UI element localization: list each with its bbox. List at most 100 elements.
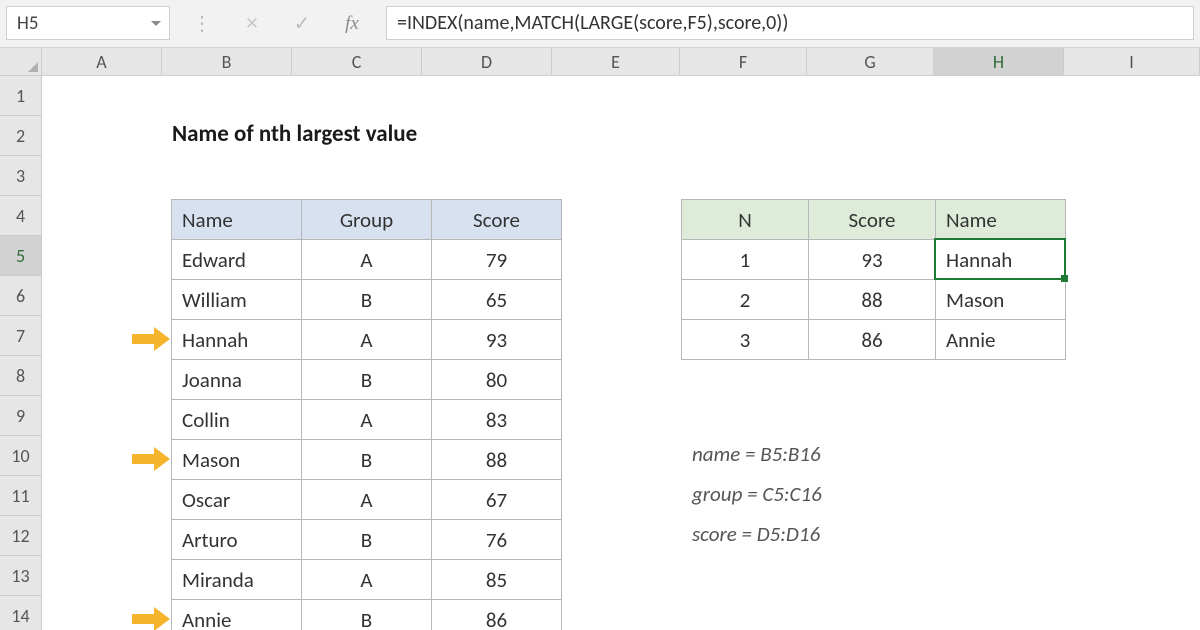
cell-name[interactable]: Oscar	[172, 480, 302, 520]
formula-controls	[170, 0, 366, 47]
table-row: 288Mason	[682, 280, 1066, 320]
column-header[interactable]: F	[680, 48, 807, 75]
row-header[interactable]: 12	[0, 516, 41, 556]
cell-group[interactable]: B	[302, 520, 432, 560]
confirm-icon[interactable]	[288, 11, 316, 36]
column-header[interactable]: G	[807, 48, 934, 75]
column-header[interactable]: A	[42, 48, 162, 75]
col-header-n[interactable]: N	[682, 200, 809, 240]
cell-score[interactable]: 85	[432, 560, 562, 600]
legend-line: name = B5:B16	[692, 441, 821, 467]
row-header[interactable]: 3	[0, 156, 41, 196]
col-header-score[interactable]: Score	[809, 200, 936, 240]
row-header[interactable]: 7	[0, 316, 41, 356]
table-header-row: N Score Name	[682, 200, 1066, 240]
col-header-score[interactable]: Score	[432, 200, 562, 240]
cell-score[interactable]: 93	[432, 320, 562, 360]
row-header[interactable]: 13	[0, 556, 41, 596]
cell-name[interactable]: Collin	[172, 400, 302, 440]
results-table: N Score Name 193Hannah288Mason386Annie	[681, 199, 1066, 360]
cell-n[interactable]: 2	[682, 280, 809, 320]
row-header[interactable]: 8	[0, 356, 41, 396]
table-row: HannahA93	[172, 320, 562, 360]
page-title: Name of nth largest value	[172, 120, 417, 148]
column-header[interactable]: D	[422, 48, 552, 75]
cell-n[interactable]: 3	[682, 320, 809, 360]
column-header[interactable]: H	[934, 48, 1064, 75]
cell-name[interactable]: Hannah	[172, 320, 302, 360]
column-headers: ABCDEFGHI	[42, 48, 1200, 76]
table-row: CollinA83	[172, 400, 562, 440]
column-header[interactable]: B	[162, 48, 292, 75]
cell-group[interactable]: A	[302, 240, 432, 280]
arrow-icon	[132, 447, 174, 471]
cell-score[interactable]: 79	[432, 240, 562, 280]
table-row: EdwardA79	[172, 240, 562, 280]
formula-input[interactable]: =INDEX(name,MATCH(LARGE(score,F5),score,…	[386, 6, 1194, 40]
row-header[interactable]: 4	[0, 196, 41, 236]
column-header[interactable]: I	[1064, 48, 1200, 75]
table-row: ArturoB76	[172, 520, 562, 560]
formula-text: =INDEX(name,MATCH(LARGE(score,F5),score,…	[397, 11, 788, 35]
cell-name[interactable]: Arturo	[172, 520, 302, 560]
cell-name[interactable]: Joanna	[172, 360, 302, 400]
fx-icon[interactable]	[338, 13, 366, 35]
table-row: 193Hannah	[682, 240, 1066, 280]
cell-score[interactable]: 80	[432, 360, 562, 400]
row-header[interactable]: 6	[0, 276, 41, 316]
cell-name[interactable]: Miranda	[172, 560, 302, 600]
col-header-group[interactable]: Group	[302, 200, 432, 240]
cell-group[interactable]: B	[302, 360, 432, 400]
cell-name[interactable]: Hannah	[936, 240, 1066, 280]
column-header[interactable]: E	[552, 48, 680, 75]
cell-score[interactable]: 86	[809, 320, 936, 360]
table-row: MirandaA85	[172, 560, 562, 600]
cell-group[interactable]: B	[302, 440, 432, 480]
cell-name[interactable]: Edward	[172, 240, 302, 280]
cell-name[interactable]: Mason	[172, 440, 302, 480]
row-header[interactable]: 14	[0, 596, 41, 630]
cell-score[interactable]: 67	[432, 480, 562, 520]
arrow-icon	[132, 327, 174, 351]
cell-score[interactable]: 76	[432, 520, 562, 560]
column-header[interactable]: C	[292, 48, 422, 75]
row-header[interactable]: 2	[0, 116, 41, 156]
row-header[interactable]: 1	[0, 76, 41, 116]
cancel-icon[interactable]	[238, 13, 266, 34]
name-box-value: H5	[17, 12, 38, 35]
cell-group[interactable]: A	[302, 400, 432, 440]
spreadsheet-grid: ABCDEFGHI 1234567891011121314 Name of nt…	[0, 48, 1200, 630]
cell-name[interactable]: Annie	[936, 320, 1066, 360]
col-header-name[interactable]: Name	[936, 200, 1066, 240]
select-all-corner[interactable]	[0, 48, 42, 76]
cell-group[interactable]: B	[302, 600, 432, 630]
cell-group[interactable]: A	[302, 560, 432, 600]
cell-score[interactable]: 65	[432, 280, 562, 320]
cell-name[interactable]: William	[172, 280, 302, 320]
legend-line: group = C5:C16	[692, 481, 822, 507]
cell-name[interactable]: Annie	[172, 600, 302, 630]
row-header[interactable]: 5	[0, 236, 41, 276]
row-header[interactable]: 10	[0, 436, 41, 476]
row-header[interactable]: 9	[0, 396, 41, 436]
row-headers: 1234567891011121314	[0, 76, 42, 630]
legend-line: score = D5:D16	[692, 521, 820, 547]
cell-score[interactable]: 86	[432, 600, 562, 630]
cell-n[interactable]: 1	[682, 240, 809, 280]
cell-score[interactable]: 93	[809, 240, 936, 280]
cell-name[interactable]: Mason	[936, 280, 1066, 320]
name-box[interactable]: H5	[6, 6, 170, 40]
cell-score[interactable]: 88	[809, 280, 936, 320]
cell-group[interactable]: A	[302, 480, 432, 520]
cell-score[interactable]: 88	[432, 440, 562, 480]
cell-group[interactable]: A	[302, 320, 432, 360]
chevron-down-icon[interactable]	[151, 21, 161, 26]
row-header[interactable]: 11	[0, 476, 41, 516]
cell-score[interactable]: 83	[432, 400, 562, 440]
cell-group[interactable]: B	[302, 280, 432, 320]
table-row: 386Annie	[682, 320, 1066, 360]
table-header-row: Name Group Score	[172, 200, 562, 240]
cells-area[interactable]: Name of nth largest value Name Group Sco…	[42, 76, 1200, 630]
table-row: JoannaB80	[172, 360, 562, 400]
col-header-name[interactable]: Name	[172, 200, 302, 240]
